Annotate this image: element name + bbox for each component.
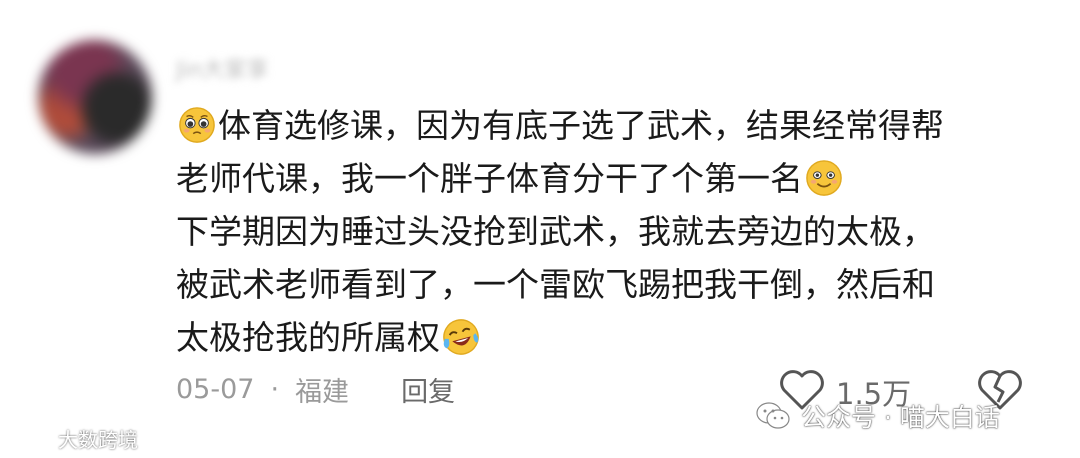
smiling-face-emoji [806,160,842,196]
wechat-icon [756,402,790,429]
watermark-brand: 大数跨境 [10,424,138,453]
comment-line-5: 太极抢我的所属权 [176,311,1036,364]
comment-meta: 05-07 · 福建 回复 [176,370,455,409]
comment-card: Jin大家享 体育选修课，因为有底子选了武术，结果经常得帮 老师代课，我一个胖子… [0,0,1080,458]
comment-line-text: 太极抢我的所属权 [176,318,440,357]
watermark-wechat: 公众号 · 喵大白话 [755,398,1000,434]
laughing-tears-emoji [443,319,479,355]
comment-line-text: 老师代课，我一个胖子体育分干了个第一名 [176,159,803,198]
watermark-right-text: 公众号 · 喵大白话 [801,403,1000,432]
comment-line-1: 体育选修课，因为有底子选了武术，结果经常得帮 [176,99,1036,152]
dashujk-logo-icon [11,430,53,447]
comment-date: 05-07 [176,374,255,405]
watermark-left-text: 大数跨境 [58,428,138,452]
comment-line-2: 老师代课，我一个胖子体育分干了个第一名 [176,152,1036,205]
pleading-face-emoji [179,107,215,143]
comment-line-3: 下学期因为睡过头没抢到武术，我就去旁边的太极， [176,212,935,251]
username[interactable]: Jin大家享 [176,52,316,83]
comment-location: 福建 [295,377,350,408]
comment-text: 体育选修课，因为有底子选了武术，结果经常得帮 老师代课，我一个胖子体育分干了个第… [176,99,1036,364]
reply-button[interactable]: 回复 [401,370,455,409]
comment-line-text: 体育选修课，因为有底子选了武术，结果经常得帮 [218,106,944,145]
avatar[interactable] [38,40,152,154]
comment-line-4: 被武术老师看到了，一个雷欧飞踢把我干倒，然后和 [176,265,935,304]
meta-separator: · [270,374,280,405]
